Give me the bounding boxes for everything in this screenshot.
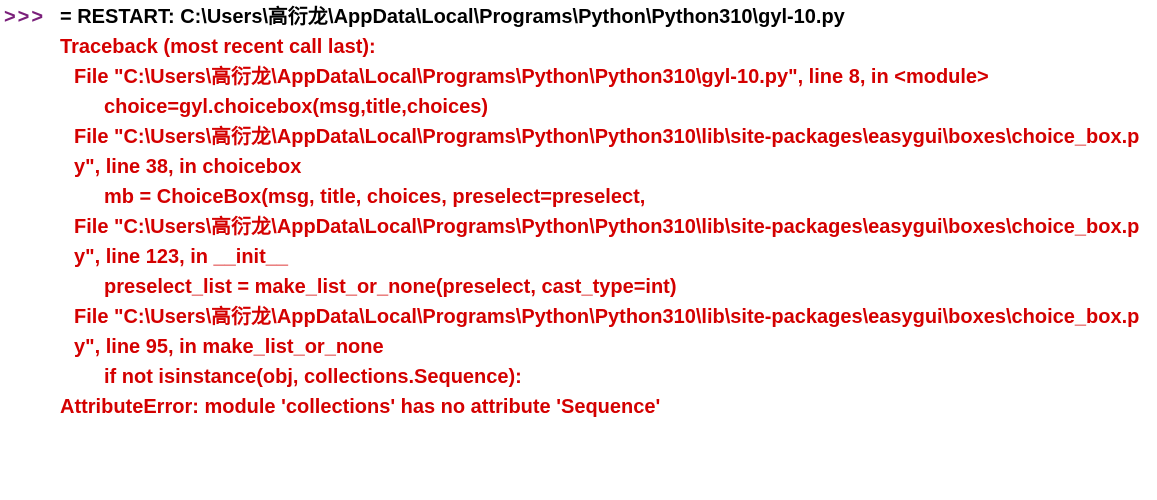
traceback-frame-location: File "C:\Users\高衍龙\AppData\Local\Program… bbox=[60, 122, 1153, 182]
traceback-frame-location: File "C:\Users\高衍龙\AppData\Local\Program… bbox=[60, 212, 1153, 272]
restart-path: C:\Users\高衍龙\AppData\Local\Programs\Pyth… bbox=[180, 6, 845, 28]
traceback-frame-location: File "C:\Users\高衍龙\AppData\Local\Program… bbox=[60, 302, 1153, 362]
traceback-frame-code: if not isinstance(obj, collections.Seque… bbox=[60, 362, 1153, 392]
traceback-header: Traceback (most recent call last): bbox=[60, 32, 1153, 62]
traceback-frame-location: File "C:\Users\高衍龙\AppData\Local\Program… bbox=[60, 62, 1153, 92]
restart-prefix: = RESTART: bbox=[60, 6, 180, 28]
shell-output-body: = RESTART: C:\Users\高衍龙\AppData\Local\Pr… bbox=[60, 2, 1153, 422]
restart-line: = RESTART: C:\Users\高衍龙\AppData\Local\Pr… bbox=[60, 2, 1153, 32]
shell-prompt: >>> bbox=[4, 2, 60, 32]
traceback-error: AttributeError: module 'collections' has… bbox=[60, 392, 1153, 422]
traceback-frame-code: choice=gyl.choicebox(msg,title,choices) bbox=[60, 92, 1153, 122]
idle-shell-output: >>> = RESTART: C:\Users\高衍龙\AppData\Loca… bbox=[4, 2, 1153, 422]
traceback-block: Traceback (most recent call last): File … bbox=[60, 32, 1153, 422]
traceback-frame-code: mb = ChoiceBox(msg, title, choices, pres… bbox=[60, 182, 1153, 212]
traceback-frame-code: preselect_list = make_list_or_none(prese… bbox=[60, 272, 1153, 302]
